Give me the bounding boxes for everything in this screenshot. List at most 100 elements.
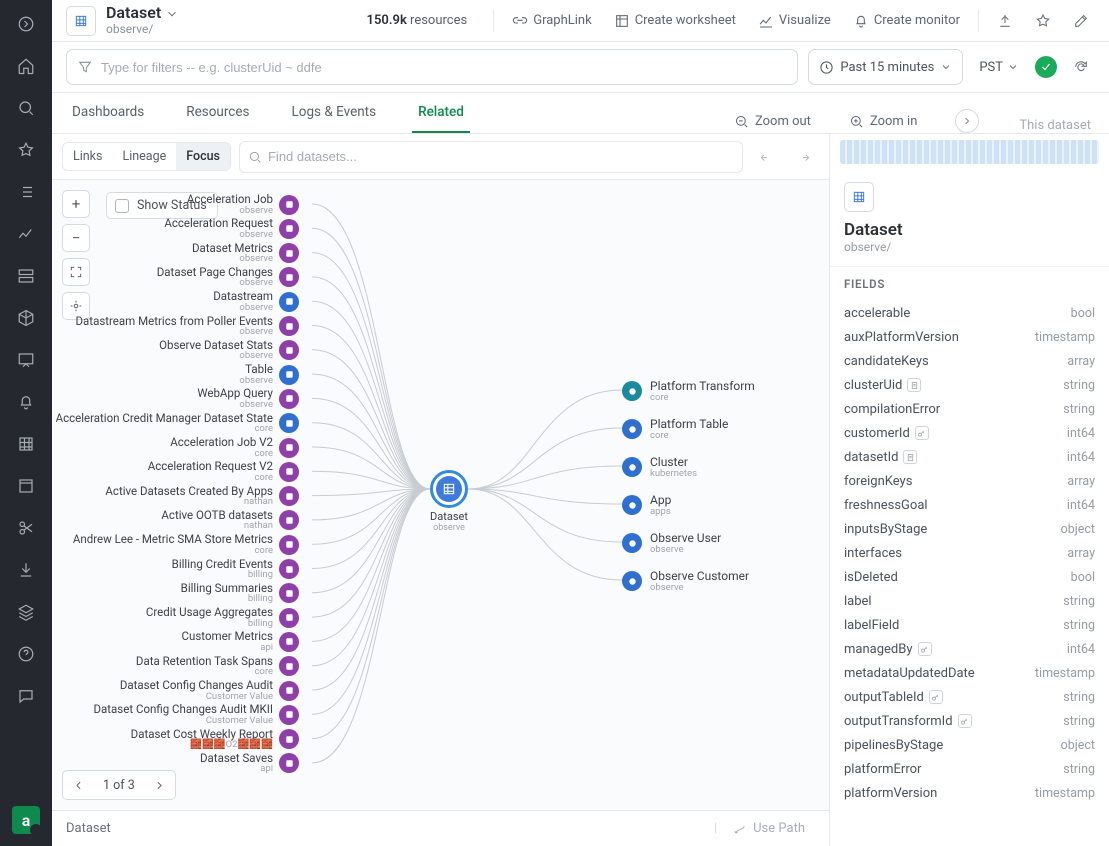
graph-in-node[interactable]: Active OOTB datasetsnathan — [161, 510, 299, 531]
graph-in-node[interactable]: Data Retention Task Spanscore — [136, 656, 299, 677]
graph-in-node[interactable]: Billing Summariesbilling — [181, 583, 299, 604]
time-scrubber[interactable] — [830, 134, 1109, 172]
field-row[interactable]: inputsByStageobject — [844, 517, 1095, 541]
find-datasets-input[interactable] — [239, 141, 743, 173]
graph-in-node[interactable]: Tableobserve — [239, 364, 299, 385]
presentation-icon[interactable] — [14, 348, 38, 372]
field-row[interactable]: candidateKeysarray — [844, 349, 1095, 373]
graph-out-node[interactable]: Clusterkubernetes — [622, 456, 697, 479]
graph-in-node[interactable]: Acceleration Jobobserve — [187, 194, 299, 215]
time-range-selector[interactable]: Past 15 minutes — [808, 49, 963, 85]
graph-in-node[interactable]: Acceleration Credit Manager Dataset Stat… — [56, 413, 299, 434]
search-icon[interactable] — [14, 96, 38, 120]
field-row[interactable]: datasetIdint64 — [844, 445, 1095, 469]
graph-in-node[interactable]: Dataset Savesapi — [200, 753, 299, 774]
download-icon[interactable] — [14, 558, 38, 582]
refresh-icon[interactable] — [1067, 53, 1095, 81]
graph-in-node[interactable]: Dataset Cost Weekly Report🧱🧱🧱O2🧱🧱🧱 — [131, 729, 299, 750]
tab-related[interactable]: Related — [412, 93, 470, 133]
module-icon[interactable] — [14, 264, 38, 288]
zoom-plus-button[interactable]: + — [62, 190, 90, 218]
field-row[interactable]: labelFieldstring — [844, 613, 1095, 637]
field-row[interactable]: freshnessGoalint64 — [844, 493, 1095, 517]
field-row[interactable]: platformVersiontimestamp — [844, 781, 1095, 805]
create-worksheet-button[interactable]: Create worksheet — [608, 9, 742, 33]
fullscreen-button[interactable] — [62, 258, 90, 286]
pager-next-button[interactable] — [145, 770, 175, 800]
window-icon[interactable] — [14, 474, 38, 498]
grid-icon[interactable] — [14, 432, 38, 456]
graph-in-node[interactable]: Dataset Config Changes Audit MKIICustome… — [93, 704, 299, 725]
field-row[interactable]: labelstring — [844, 589, 1095, 613]
filter-input[interactable] — [66, 49, 798, 85]
page-title[interactable]: Dataset — [106, 4, 179, 22]
help-icon[interactable] — [14, 642, 38, 666]
field-row[interactable]: compilationErrorstring — [844, 397, 1095, 421]
field-row[interactable]: accelerablebool — [844, 301, 1095, 325]
cube-icon[interactable] — [14, 306, 38, 330]
edit-icon[interactable] — [1067, 7, 1095, 35]
bell-icon[interactable] — [14, 390, 38, 414]
field-row[interactable]: outputTableIdstring — [844, 685, 1095, 709]
field-row[interactable]: managedByint64 — [844, 637, 1095, 661]
subtab-focus[interactable]: Focus — [176, 143, 230, 170]
field-row[interactable]: interfacesarray — [844, 541, 1095, 565]
subtab-lineage[interactable]: Lineage — [112, 143, 176, 170]
graphlink-button[interactable]: GraphLink — [506, 9, 597, 33]
expand-inspector-button[interactable] — [955, 109, 979, 133]
graph-in-node[interactable]: Datastream Metrics from Poller Eventsobs… — [76, 316, 300, 337]
create-monitor-button[interactable]: Create monitor — [847, 9, 966, 33]
graph-in-node[interactable]: Acceleration Requestobserve — [164, 218, 299, 239]
graph-out-node[interactable]: Platform Tablecore — [622, 418, 728, 441]
zoom-out-button[interactable]: Zoom out — [730, 110, 815, 133]
graph-in-node[interactable]: Credit Usage Aggregatesbilling — [146, 607, 299, 628]
redo-icon[interactable] — [789, 142, 819, 172]
center-node[interactable]: Dataset observe — [430, 470, 468, 533]
graph-in-node[interactable]: Andrew Lee - Metric SMA Store Metricscor… — [73, 534, 299, 555]
favorites-icon[interactable] — [14, 138, 38, 162]
visualize-button[interactable]: Visualize — [752, 9, 837, 33]
graph-in-node[interactable]: Dataset Page Changesobserve — [157, 267, 299, 288]
status-ok-icon[interactable] — [1035, 56, 1057, 78]
zoom-minus-button[interactable]: − — [62, 224, 90, 252]
graph-in-node[interactable]: Dataset Metricsobserve — [192, 243, 299, 264]
collapse-icon[interactable] — [14, 12, 38, 36]
field-row[interactable]: pipelinesByStageobject — [844, 733, 1095, 757]
field-row[interactable]: auxPlatformVersiontimestamp — [844, 325, 1095, 349]
graph-in-node[interactable]: Customer Metricsapi — [182, 631, 299, 652]
scissors-icon[interactable] — [14, 516, 38, 540]
pager-prev-button[interactable] — [63, 770, 93, 800]
field-row[interactable]: clusterUidstring — [844, 373, 1095, 397]
field-row[interactable]: customerIdint64 — [844, 421, 1095, 445]
field-row[interactable]: metadataUpdatedDatetimestamp — [844, 661, 1095, 685]
graph-in-node[interactable]: WebApp Queryobserve — [197, 388, 299, 409]
field-row[interactable]: isDeletedbool — [844, 565, 1095, 589]
metrics-icon[interactable] — [14, 222, 38, 246]
use-path-button[interactable]: Use Path — [733, 821, 805, 836]
share-icon[interactable] — [991, 7, 1019, 35]
chat-icon[interactable] — [14, 684, 38, 708]
stack-icon[interactable] — [14, 600, 38, 624]
graph-in-node[interactable]: Billing Credit Eventsbilling — [172, 559, 299, 580]
graph-out-node[interactable]: Observe Customerobserve — [622, 570, 749, 593]
graph-in-node[interactable]: Acceleration Request V2core — [148, 461, 299, 482]
undo-icon[interactable] — [751, 142, 781, 172]
graph-out-node[interactable]: Appapps — [622, 494, 671, 517]
list-icon[interactable] — [14, 180, 38, 204]
graph-out-node[interactable]: Observe Userobserve — [622, 532, 721, 555]
graph-in-node[interactable]: Observe Dataset Statsobserve — [159, 340, 299, 361]
graph-in-node[interactable]: Acceleration Job V2core — [170, 437, 299, 458]
observe-logo-icon[interactable]: a — [12, 806, 40, 834]
tab-resources[interactable]: Resources — [180, 93, 255, 133]
graph-in-node[interactable]: Datastreamobserve — [213, 291, 299, 312]
tab-logs-events[interactable]: Logs & Events — [286, 93, 383, 133]
graph-in-node[interactable]: Dataset Config Changes AuditCustomer Val… — [120, 680, 299, 701]
zoom-in-button[interactable]: Zoom in — [845, 110, 921, 133]
graph-in-node[interactable]: Active Datasets Created By Appsnathan — [105, 486, 299, 507]
tab-dashboards[interactable]: Dashboards — [66, 93, 150, 133]
field-row[interactable]: outputTransformIdstring — [844, 709, 1095, 733]
home-icon[interactable] — [14, 54, 38, 78]
timezone-selector[interactable]: PST — [973, 49, 1025, 85]
graph-out-node[interactable]: Platform Transformcore — [622, 380, 755, 403]
graph-canvas[interactable]: + − Show Status Dataset observe Accelera… — [52, 180, 829, 810]
